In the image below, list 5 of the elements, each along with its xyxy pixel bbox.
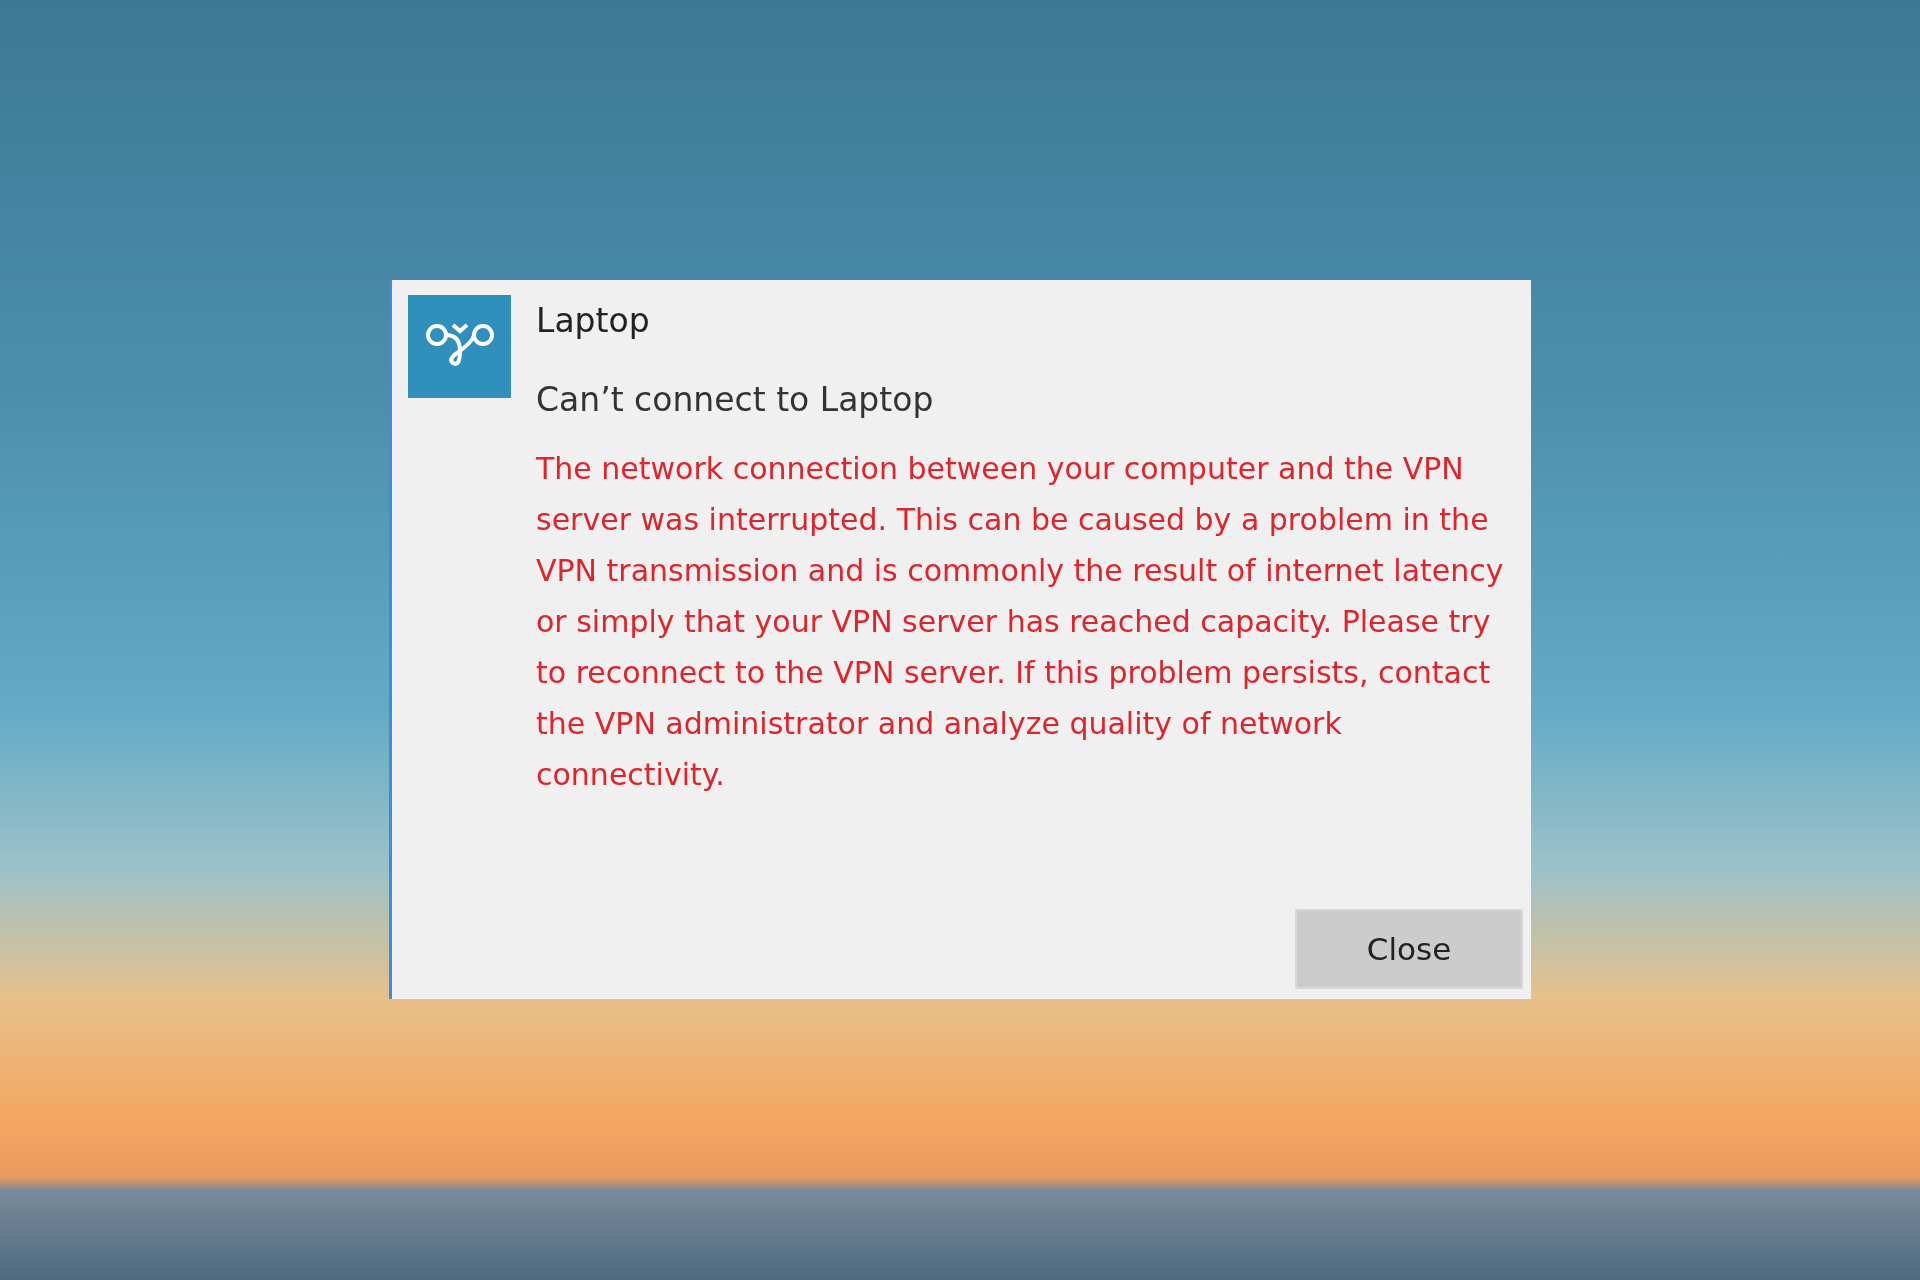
app-logo-icon bbox=[408, 295, 511, 398]
error-heading: Can’t connect to Laptop bbox=[536, 380, 935, 419]
app-name: Laptop bbox=[536, 301, 651, 340]
close-button[interactable]: Close bbox=[1295, 909, 1523, 989]
error-message: The network connection between your computer and the VPN server was interrupted. This can be caused by a problem in the VPN transmission and is commonly the result of internet latency or simply that your VPN server has reached capacity. Please try to reconnect to the VPN server. If this problem persists, contact the VPN administrator and analyze quality of network connectivity. bbox=[536, 450, 1505, 794]
